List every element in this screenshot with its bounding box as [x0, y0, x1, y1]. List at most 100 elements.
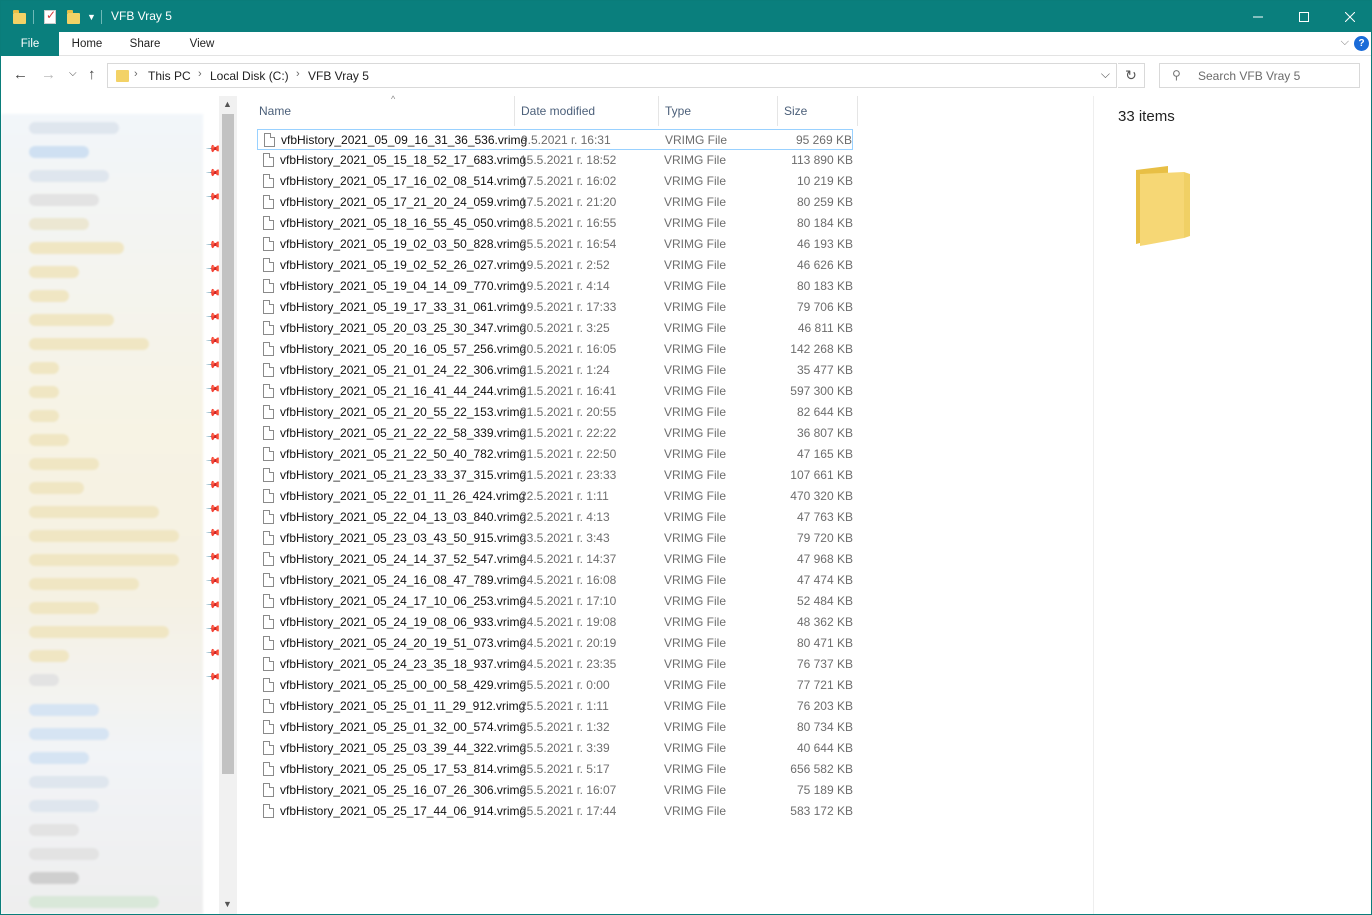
table-row[interactable]: vfbHistory_2021_05_25_01_32_00_574.vrimg…	[257, 717, 853, 738]
table-row[interactable]: vfbHistory_2021_05_21_23_33_37_315.vrimg…	[257, 465, 853, 486]
file-type: VRIMG File	[664, 678, 727, 692]
expand-ribbon-icon[interactable]: ⌵	[1341, 36, 1349, 49]
table-row[interactable]: vfbHistory_2021_05_24_14_37_52_547.vrimg…	[257, 549, 853, 570]
table-row[interactable]: vfbHistory_2021_05_15_18_52_17_683.vrimg…	[257, 150, 853, 171]
column-header-type[interactable]: Type	[659, 96, 778, 126]
table-row[interactable]: vfbHistory_2021_05_22_04_13_03_840.vrimg…	[257, 507, 853, 528]
table-row[interactable]: vfbHistory_2021_05_21_01_24_22_306.vrimg…	[257, 360, 853, 381]
folder-icon[interactable]	[13, 10, 26, 24]
file-icon	[263, 321, 274, 335]
file-icon	[263, 678, 274, 692]
back-button[interactable]: ←	[13, 66, 28, 83]
table-row[interactable]: vfbHistory_2021_05_25_03_39_44_322.vrimg…	[257, 738, 853, 759]
recent-locations-icon[interactable]: ⌵	[69, 68, 77, 79]
file-name: vfbHistory_2021_05_21_23_33_37_315.vrimg	[280, 468, 527, 482]
search-box[interactable]: ⚲	[1159, 63, 1360, 88]
navigation-scrollbar[interactable]: ▲ ▼	[219, 96, 237, 914]
chevron-right-icon[interactable]: ›	[198, 68, 202, 80]
column-header-name[interactable]: Name ^	[253, 94, 515, 126]
file-name: vfbHistory_2021_05_20_16_05_57_256.vrimg	[280, 342, 527, 356]
file-date-modified: 23.5.2021 г. 3:43	[520, 531, 610, 545]
file-size: 10 219 KB	[796, 174, 853, 188]
file-size: 95 269 KB	[795, 133, 852, 147]
scroll-up-icon[interactable]: ▲	[223, 99, 232, 109]
table-row[interactable]: vfbHistory_2021_05_24_20_19_51_073.vrimg…	[257, 633, 853, 654]
column-header-date[interactable]: Date modified	[515, 96, 659, 126]
table-row[interactable]: vfbHistory_2021_05_21_22_50_40_782.vrimg…	[257, 444, 853, 465]
file-type: VRIMG File	[664, 552, 727, 566]
file-date-modified: 24.5.2021 г. 23:35	[520, 657, 617, 671]
table-row[interactable]: vfbHistory_2021_05_25_00_00_58_429.vrimg…	[257, 675, 853, 696]
breadcrumb-local-disk[interactable]: Local Disk (C:)	[210, 69, 289, 83]
table-row[interactable]: vfbHistory_2021_05_19_02_03_50_828.vrimg…	[257, 234, 853, 255]
file-date-modified: 17.5.2021 г. 21:20	[520, 195, 617, 209]
column-header-label: Name	[259, 104, 292, 118]
file-size: 82 644 KB	[796, 405, 853, 419]
scrollbar-thumb[interactable]	[222, 114, 234, 774]
table-row[interactable]: vfbHistory_2021_05_24_19_08_06_933.vrimg…	[257, 612, 853, 633]
table-row[interactable]: vfbHistory_2021_05_21_22_22_58_339.vrimg…	[257, 423, 853, 444]
help-icon[interactable]: ?	[1354, 36, 1369, 51]
table-row[interactable]: vfbHistory_2021_05_23_03_43_50_915.vrimg…	[257, 528, 853, 549]
new-folder-icon[interactable]	[67, 10, 80, 24]
file-type: VRIMG File	[664, 510, 727, 524]
tab-file[interactable]: File	[1, 32, 59, 56]
table-row[interactable]: vfbHistory_2021_05_17_21_20_24_059.vrimg…	[257, 192, 853, 213]
table-row[interactable]: vfbHistory_2021_05_24_17_10_06_253.vrimg…	[257, 591, 853, 612]
search-input[interactable]	[1198, 66, 1356, 85]
table-row[interactable]: vfbHistory_2021_05_24_23_35_18_937.vrimg…	[257, 654, 853, 675]
file-size: 80 471 KB	[796, 636, 853, 650]
table-row[interactable]: vfbHistory_2021_05_24_16_08_47_789.vrimg…	[257, 570, 853, 591]
scroll-down-icon[interactable]: ▼	[223, 899, 232, 909]
file-icon	[263, 300, 274, 314]
maximize-button[interactable]	[1281, 1, 1327, 32]
tab-view[interactable]: View	[175, 32, 229, 56]
table-row[interactable]: vfbHistory_2021_05_25_17_44_06_914.vrimg…	[257, 801, 853, 822]
item-count: 33 items	[1118, 108, 1175, 125]
file-type: VRIMG File	[664, 300, 727, 314]
chevron-down-icon[interactable]: ⌵	[1101, 67, 1110, 82]
file-date-modified: 20.5.2021 г. 16:05	[520, 342, 617, 356]
file-size: 583 172 KB	[790, 804, 853, 818]
file-date-modified: 24.5.2021 г. 19:08	[520, 615, 617, 629]
minimize-button[interactable]	[1235, 1, 1281, 32]
file-type: VRIMG File	[664, 594, 727, 608]
refresh-button[interactable]: ↻	[1118, 63, 1145, 88]
table-row[interactable]: vfbHistory_2021_05_21_16_41_44_244.vrimg…	[257, 381, 853, 402]
close-button[interactable]	[1327, 1, 1371, 32]
table-row[interactable]: vfbHistory_2021_05_18_16_55_45_050.vrimg…	[257, 213, 853, 234]
up-button[interactable]: ↑	[88, 66, 96, 83]
file-icon	[263, 342, 274, 356]
file-size: 52 484 KB	[796, 594, 853, 608]
address-bar[interactable]: › This PC › Local Disk (C:) › VFB Vray 5…	[107, 63, 1117, 88]
table-row[interactable]: vfbHistory_2021_05_19_04_14_09_770.vrimg…	[257, 276, 853, 297]
table-row[interactable]: vfbHistory_2021_05_25_01_11_29_912.vrimg…	[257, 696, 853, 717]
customize-quick-access-icon[interactable]: ▼	[87, 12, 96, 22]
breadcrumb-current-folder[interactable]: VFB Vray 5	[308, 69, 369, 83]
file-name: vfbHistory_2021_05_25_16_07_26_306.vrimg	[280, 783, 527, 797]
file-size: 47 968 KB	[796, 552, 853, 566]
table-row[interactable]: vfbHistory_2021_05_19_02_52_26_027.vrimg…	[257, 255, 853, 276]
forward-button[interactable]: →	[41, 66, 56, 83]
table-row[interactable]: vfbHistory_2021_05_17_16_02_08_514.vrimg…	[257, 171, 853, 192]
table-row[interactable]: vfbHistory_2021_05_21_20_55_22_153.vrimg…	[257, 402, 853, 423]
file-name: vfbHistory_2021_05_24_19_08_06_933.vrimg	[280, 615, 527, 629]
properties-icon[interactable]	[44, 8, 56, 24]
table-row[interactable]: vfbHistory_2021_05_19_17_33_31_061.vrimg…	[257, 297, 853, 318]
chevron-right-icon[interactable]: ›	[134, 68, 138, 80]
breadcrumb-this-pc[interactable]: This PC	[148, 69, 191, 83]
navigation-bar: ← → ⌵ ↑ › This PC › Local Disk (C:) › VF…	[1, 56, 1371, 96]
tab-home[interactable]: Home	[59, 32, 115, 56]
chevron-right-icon[interactable]: ›	[296, 68, 300, 80]
table-row[interactable]: vfbHistory_2021_05_22_01_11_26_424.vrimg…	[257, 486, 853, 507]
table-row[interactable]: vfbHistory_2021_05_09_16_31_36_536.vrimg…	[257, 129, 853, 150]
table-row[interactable]: vfbHistory_2021_05_20_03_25_30_347.vrimg…	[257, 318, 853, 339]
file-type: VRIMG File	[664, 489, 727, 503]
file-name: vfbHistory_2021_05_21_16_41_44_244.vrimg	[280, 384, 527, 398]
table-row[interactable]: vfbHistory_2021_05_25_16_07_26_306.vrimg…	[257, 780, 853, 801]
table-row[interactable]: vfbHistory_2021_05_25_05_17_53_814.vrimg…	[257, 759, 853, 780]
column-header-size[interactable]: Size	[778, 96, 858, 126]
table-row[interactable]: vfbHistory_2021_05_20_16_05_57_256.vrimg…	[257, 339, 853, 360]
tab-share[interactable]: Share	[117, 32, 173, 56]
file-type: VRIMG File	[664, 321, 727, 335]
